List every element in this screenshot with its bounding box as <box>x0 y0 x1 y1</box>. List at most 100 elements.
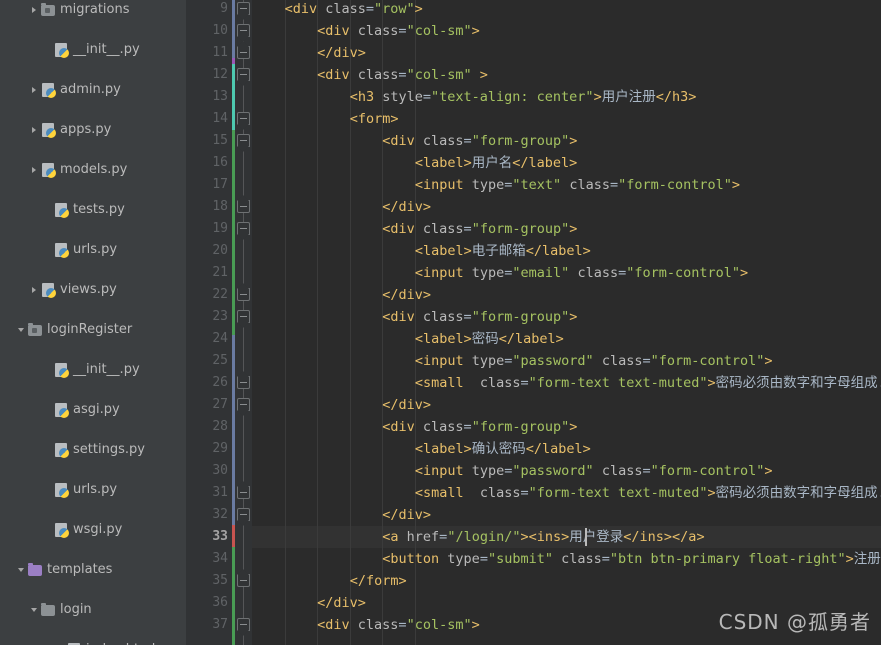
tree-item-label: asgi.py <box>73 402 120 417</box>
fold-toggle-icon[interactable] <box>237 24 250 42</box>
code-line: <div class="form-group"> <box>382 221 578 237</box>
python-file-icon <box>53 402 69 418</box>
tree-item-models-py[interactable]: models.py <box>0 160 186 180</box>
line-number: 14 <box>212 111 228 126</box>
line-number: 24 <box>212 331 228 346</box>
code-line: <form> <box>349 111 399 127</box>
code-line: <div class="col-sm"> <box>317 617 480 633</box>
line-number: 31 <box>212 485 228 500</box>
tree-item-label: loginRegister <box>47 322 133 337</box>
python-file-icon <box>53 362 69 378</box>
tree-item-views-py[interactable]: views.py <box>0 280 186 300</box>
tree-item-label: models.py <box>60 162 128 177</box>
tree-item-label: templates <box>47 562 113 577</box>
line-number: 30 <box>212 463 228 478</box>
python-file-icon <box>53 522 69 538</box>
fold-toggle-icon[interactable] <box>237 134 250 152</box>
chevron-right-icon[interactable] <box>27 80 40 100</box>
code-line: </div> <box>382 287 432 303</box>
tree-item-wsgi-py[interactable]: wsgi.py <box>0 520 186 540</box>
fold-toggle-icon[interactable] <box>237 618 250 636</box>
code-line: </div> <box>382 507 432 523</box>
tree-item-init-py[interactable]: __init__.py <box>0 360 186 380</box>
tree-item-label: apps.py <box>60 122 112 137</box>
code-line: <small class="form-text text-muted">密码必须… <box>414 375 881 391</box>
chevron-right-icon[interactable] <box>27 280 40 300</box>
line-number-gutter: 9 10 11 12 13 14 15 16 17 18 19 20 21 22 23 24 25 26 27 28 2… <box>186 0 236 645</box>
chevron-right-icon[interactable] <box>27 0 40 20</box>
vcs-change-stripe <box>232 130 235 335</box>
code-line: </div> <box>382 199 432 215</box>
fold-toggle-icon[interactable] <box>237 481 250 499</box>
tree-item-index-html[interactable]: index.html <box>0 640 186 645</box>
code-line: <input type="text" class="form-control"> <box>414 177 741 193</box>
fold-toggle-icon[interactable] <box>237 508 250 526</box>
code-line: <div class="form-group"> <box>382 419 578 435</box>
line-number: 29 <box>212 441 228 456</box>
line-number: 9 <box>220 1 228 16</box>
fold-toggle-icon[interactable] <box>237 222 250 240</box>
tree-item-apps-py[interactable]: apps.py <box>0 120 186 140</box>
fold-toggle-icon[interactable] <box>237 569 250 587</box>
fold-toggle-icon[interactable] <box>237 371 250 389</box>
fold-toggle-icon[interactable] <box>237 2 250 20</box>
line-number: 17 <box>212 177 228 192</box>
project-tree-panel[interactable]: migrations __init__.py admin.py apps.py mode… <box>0 0 186 645</box>
fold-toggle-icon[interactable] <box>237 112 250 130</box>
line-number: 27 <box>212 397 228 412</box>
line-number: 33 <box>212 529 228 544</box>
line-number: 23 <box>212 309 228 324</box>
code-folding-column[interactable] <box>236 0 252 645</box>
tree-item-templates[interactable]: templates <box>0 560 186 580</box>
tree-item-label: index.html <box>86 640 155 645</box>
chevron-down-icon[interactable] <box>14 560 27 580</box>
tree-item-login[interactable]: login <box>0 600 186 620</box>
tree-item-urls-py[interactable]: urls.py <box>0 240 186 260</box>
line-number: 25 <box>212 353 228 368</box>
chevron-right-icon[interactable] <box>27 120 40 140</box>
fold-toggle-icon[interactable] <box>237 195 250 213</box>
tree-item-init-py[interactable]: __init__.py <box>0 40 186 60</box>
line-number: 20 <box>212 243 228 258</box>
folder-gray-icon <box>40 602 56 618</box>
code-line: <div class="form-group"> <box>382 133 578 149</box>
tree-item-urls-py[interactable]: urls.py <box>0 480 186 500</box>
code-line: <input type="email" class="form-control"… <box>414 265 749 281</box>
line-number: 22 <box>212 287 228 302</box>
code-line: </div> <box>317 45 366 61</box>
tree-item-tests-py[interactable]: tests.py <box>0 200 186 220</box>
line-number: 26 <box>212 375 228 390</box>
python-file-icon <box>40 162 56 178</box>
code-content-area[interactable]: <div class="row"> <div class="col-sm"> <… <box>252 0 881 645</box>
fold-toggle-icon[interactable] <box>237 68 250 86</box>
fold-toggle-icon[interactable] <box>237 41 250 59</box>
folder-module-icon <box>40 2 56 18</box>
fold-toggle-icon[interactable] <box>237 398 250 416</box>
chevron-down-icon[interactable] <box>14 320 27 340</box>
tree-item-label: migrations <box>60 2 130 17</box>
tree-item-admin-py[interactable]: admin.py <box>0 80 186 100</box>
vcs-change-stripe <box>232 64 235 130</box>
tree-item-migrations[interactable]: migrations <box>0 0 186 20</box>
code-line: <label>确认密码</label> <box>414 441 591 457</box>
vcs-change-stripe <box>232 335 235 525</box>
vcs-change-stripe <box>232 525 235 547</box>
folder-purple-icon <box>27 562 43 578</box>
fold-toggle-icon[interactable] <box>237 283 250 301</box>
python-file-icon <box>53 442 69 458</box>
code-line: <small class="form-text text-muted">密码必须… <box>414 485 881 501</box>
tree-item-label: urls.py <box>73 482 118 497</box>
line-number: 16 <box>212 155 228 170</box>
tree-item-label: settings.py <box>73 442 145 457</box>
code-line: <div class="col-sm" > <box>317 67 488 83</box>
line-number: 18 <box>212 199 228 214</box>
tree-item-label: login <box>60 602 92 617</box>
chevron-down-icon[interactable] <box>27 600 40 620</box>
chevron-right-icon[interactable] <box>27 160 40 180</box>
tree-item-settings-py[interactable]: settings.py <box>0 440 186 460</box>
tree-item-loginregister[interactable]: loginRegister <box>0 320 186 340</box>
fold-toggle-icon[interactable] <box>237 310 250 328</box>
code-line: <button type="submit" class="btn btn-pri… <box>382 551 881 567</box>
tree-item-asgi-py[interactable]: asgi.py <box>0 400 186 420</box>
code-editor[interactable]: 9 10 11 12 13 14 15 16 17 18 19 20 21 22 23 24 25 26 27 28 2… <box>186 0 881 645</box>
